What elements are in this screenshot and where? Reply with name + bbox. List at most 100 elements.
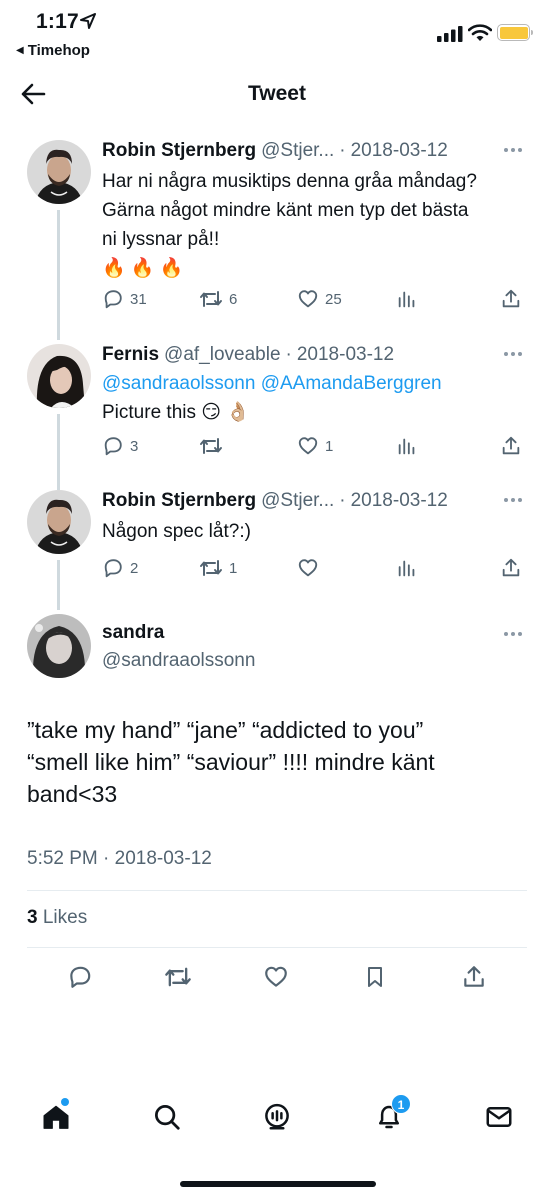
share-button[interactable] [500, 435, 522, 457]
avatar[interactable] [27, 344, 91, 408]
likes-summary[interactable]: 3 Likes [27, 907, 87, 929]
like-icon[interactable] [263, 964, 289, 990]
like-count: 25 [325, 290, 342, 308]
main-tweet-text: ”take my hand” “jane” “addicted to you” … [27, 714, 527, 810]
reply-icon [104, 290, 122, 309]
back-app-label: Timehop [27, 42, 90, 59]
likes-count: 3 [27, 907, 38, 928]
likes-label: Likes [42, 907, 88, 928]
separator-dot: · [339, 140, 346, 161]
bottom-navigation: 1 [0, 1094, 554, 1156]
share-button[interactable] [500, 557, 522, 579]
separator-dot: · [285, 344, 292, 365]
tweet-text-line: ”take my hand” “jane” “addicted to you” [27, 717, 424, 743]
retweet-icon[interactable] [164, 964, 192, 990]
retweet-button[interactable] [199, 435, 229, 457]
battery-icon [497, 24, 533, 41]
views-button[interactable] [396, 557, 418, 579]
reply-icon [104, 559, 122, 578]
thread-line [57, 414, 60, 490]
views-button[interactable] [396, 435, 418, 457]
retweet-count: 1 [229, 559, 238, 577]
thread-tweet[interactable]: Robin Stjernberg @Stjer... · 2018-03-12 … [0, 140, 554, 340]
tweet-text: @sandraaolssonn @AAmandaBerggren Picture… [102, 369, 532, 427]
share-icon [502, 436, 520, 455]
tweet-text-line: band<33 [27, 781, 118, 807]
reply-button[interactable]: 31 [102, 288, 147, 310]
tweet-text: Någon spec låt?:) [102, 521, 251, 542]
tweet-text-line: 🔥 🔥 🔥 [102, 258, 184, 279]
tweet-date[interactable]: 2018-03-12 [297, 344, 394, 366]
share-button[interactable] [500, 288, 522, 310]
tweet-actions: 2 1 [102, 557, 532, 583]
tweet-text-line: ni lyssnar på!! [102, 229, 220, 250]
views-icon [398, 438, 415, 455]
home-indicator[interactable] [180, 1181, 376, 1187]
retweet-icon [200, 291, 222, 307]
author-name[interactable]: sandra [102, 622, 164, 644]
views-icon [398, 291, 415, 308]
tweet-text-line: Gärna något mindre känt men typ det bäst… [102, 200, 469, 221]
reply-count: 2 [130, 559, 139, 577]
like-button[interactable]: 1 [297, 435, 333, 457]
separator-dot: · [339, 490, 346, 511]
retweet-button[interactable]: 1 [199, 557, 237, 579]
reply-button[interactable]: 3 [102, 435, 138, 457]
thread-line [57, 210, 60, 340]
nav-notifications[interactable]: 1 [374, 1094, 411, 1137]
reply-icon[interactable] [67, 964, 93, 990]
main-tweet-actions [27, 964, 527, 996]
status-bar: 1:17 ◀ Timehop [0, 0, 554, 66]
author-name[interactable]: Robin Stjernberg [102, 140, 256, 162]
reply-count: 3 [130, 437, 139, 455]
tweet-text: Har ni några musiktips denna gråa måndag… [102, 167, 532, 283]
like-icon [298, 559, 318, 577]
nav-home[interactable] [41, 1098, 71, 1137]
author-handle[interactable]: @af_loveable [164, 344, 280, 366]
author-handle[interactable]: @Stjer... [261, 140, 334, 162]
author-name[interactable]: Fernis [102, 344, 159, 366]
retweet-count: 6 [229, 290, 238, 308]
thread-tweet[interactable]: Fernis @af_loveable · 2018-03-12 @sandra… [0, 344, 554, 490]
share-icon [502, 289, 520, 308]
tweet-date[interactable]: 2018-03-12 [351, 140, 448, 162]
tweet-text-line: Picture this 😏 👌🏼 [102, 402, 251, 423]
like-count: 1 [325, 437, 334, 455]
views-icon [398, 560, 415, 577]
home-unread-dot [61, 1098, 69, 1106]
tweet-timestamp[interactable]: 5:52 PM · 2018-03-12 [27, 848, 212, 870]
back-triangle-icon: ◀ [16, 45, 24, 56]
like-button[interactable] [297, 557, 325, 579]
views-button[interactable] [396, 288, 418, 310]
avatar[interactable] [27, 614, 91, 678]
reply-icon [104, 437, 122, 456]
reply-button[interactable]: 2 [102, 557, 138, 579]
share-icon[interactable] [461, 964, 487, 990]
avatar[interactable] [27, 140, 91, 204]
like-button[interactable]: 25 [297, 288, 342, 310]
divider [27, 947, 527, 948]
more-options-icon[interactable] [504, 632, 522, 636]
nav-messages[interactable] [484, 1102, 514, 1137]
bookmark-icon[interactable] [363, 964, 387, 990]
like-icon [298, 437, 318, 455]
more-options-icon[interactable] [504, 352, 522, 356]
avatar[interactable] [27, 490, 91, 554]
back-to-app-link[interactable]: ◀ Timehop [16, 42, 90, 59]
tweet-date[interactable]: 2018-03-12 [351, 490, 448, 512]
retweet-icon [200, 560, 222, 576]
spaces-icon [265, 1103, 289, 1130]
author-name[interactable]: Robin Stjernberg [102, 490, 256, 512]
thread-tweet[interactable]: Robin Stjernberg @Stjer... · 2018-03-12 … [0, 490, 554, 610]
notifications-badge: 1 [391, 1094, 411, 1114]
more-options-icon[interactable] [504, 498, 522, 502]
nav-spaces[interactable] [262, 1102, 292, 1137]
more-options-icon[interactable] [504, 148, 522, 152]
tweet-actions: 31 6 25 [102, 288, 532, 314]
author-handle[interactable]: @sandraaolssonn [102, 650, 255, 672]
messages-icon [486, 1107, 512, 1127]
retweet-button[interactable]: 6 [199, 288, 237, 310]
author-handle[interactable]: @Stjer... [261, 490, 334, 512]
mention-links[interactable]: @sandraaolssonn @AAmandaBerggren [102, 369, 532, 398]
nav-search[interactable] [152, 1102, 182, 1137]
